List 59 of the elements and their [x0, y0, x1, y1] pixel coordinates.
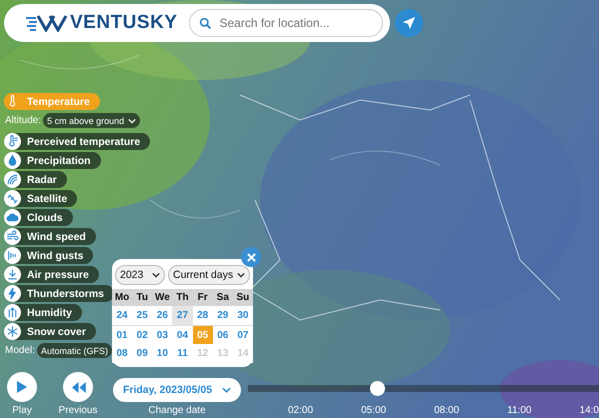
- calendar-day[interactable]: 05: [192, 325, 213, 344]
- weekday-header: Su: [232, 289, 253, 306]
- weekday-header: Th: [172, 289, 193, 306]
- layer-button[interactable]: Snow cover: [4, 323, 96, 340]
- layer-icon: [4, 171, 21, 188]
- close-icon: [246, 252, 256, 262]
- layer-button[interactable]: Precipitation: [4, 152, 101, 169]
- navigation-arrow-icon: [402, 16, 416, 30]
- weekday-header: Mo: [112, 289, 132, 306]
- layer-icon: [4, 247, 21, 264]
- model-select[interactable]: Automatic (GFS): [37, 343, 112, 358]
- layer-button[interactable]: Humidity: [4, 304, 82, 321]
- layer-icon: [4, 209, 21, 226]
- play-label: Play: [12, 405, 32, 416]
- layer-icon: [4, 304, 21, 321]
- chevron-icon: [222, 387, 232, 393]
- logo-icon: [24, 14, 68, 32]
- logo-text: VENTUSKY: [70, 12, 178, 34]
- weekday-header: Tu: [132, 289, 152, 306]
- model-label: Model:: [5, 345, 36, 356]
- rewind-icon: [70, 382, 86, 392]
- layer-icon: [4, 152, 21, 169]
- time-label: 02:00: [288, 405, 314, 416]
- altitude-select[interactable]: 5 cm above ground: [43, 113, 140, 128]
- layer-icon: [4, 190, 21, 207]
- layer-button[interactable]: Wind speed: [4, 228, 96, 245]
- time-label: 14:0: [580, 405, 599, 416]
- weekday-header: Fr: [192, 289, 213, 306]
- year-select[interactable]: 2023: [115, 265, 165, 285]
- layer-button[interactable]: Radar: [4, 171, 67, 188]
- date-select[interactable]: Friday, 2023/05/05: [113, 378, 241, 402]
- layer-button[interactable]: Perceived temperature: [4, 133, 150, 150]
- weekday-header: We: [152, 289, 172, 306]
- change-date-label: Change date: [148, 405, 206, 416]
- chevron-icon: [152, 272, 160, 278]
- altitude-label: Altitude:: [5, 115, 42, 126]
- layer-button[interactable]: Thunderstorms: [4, 285, 114, 302]
- time-label: 08:00: [434, 405, 460, 416]
- layer-button[interactable]: Temperature: [4, 93, 100, 110]
- search-field[interactable]: Search for location...: [189, 9, 384, 37]
- layer-icon: [4, 285, 21, 302]
- calendar-day[interactable]: 27: [172, 306, 193, 325]
- range-select[interactable]: Current days: [168, 265, 250, 285]
- play-icon: [16, 380, 28, 394]
- layer-icon: [4, 323, 21, 340]
- layer-icon: [4, 228, 21, 245]
- chevron-icon: [128, 118, 136, 124]
- weekday-header: Sa: [212, 289, 233, 306]
- layer-button[interactable]: Satellite: [4, 190, 78, 207]
- time-label: 11:00: [507, 405, 532, 416]
- layer-icon: [4, 133, 21, 150]
- layer-button[interactable]: Clouds: [4, 209, 73, 226]
- time-label: 05:00: [361, 405, 386, 416]
- chevron-icon: [237, 272, 245, 278]
- search-icon: [199, 17, 212, 30]
- layer-button[interactable]: Air pressure: [4, 266, 99, 283]
- layer-button[interactable]: Wind gusts: [4, 247, 94, 264]
- layer-icon: [4, 266, 21, 283]
- previous-label: Previous: [58, 405, 98, 416]
